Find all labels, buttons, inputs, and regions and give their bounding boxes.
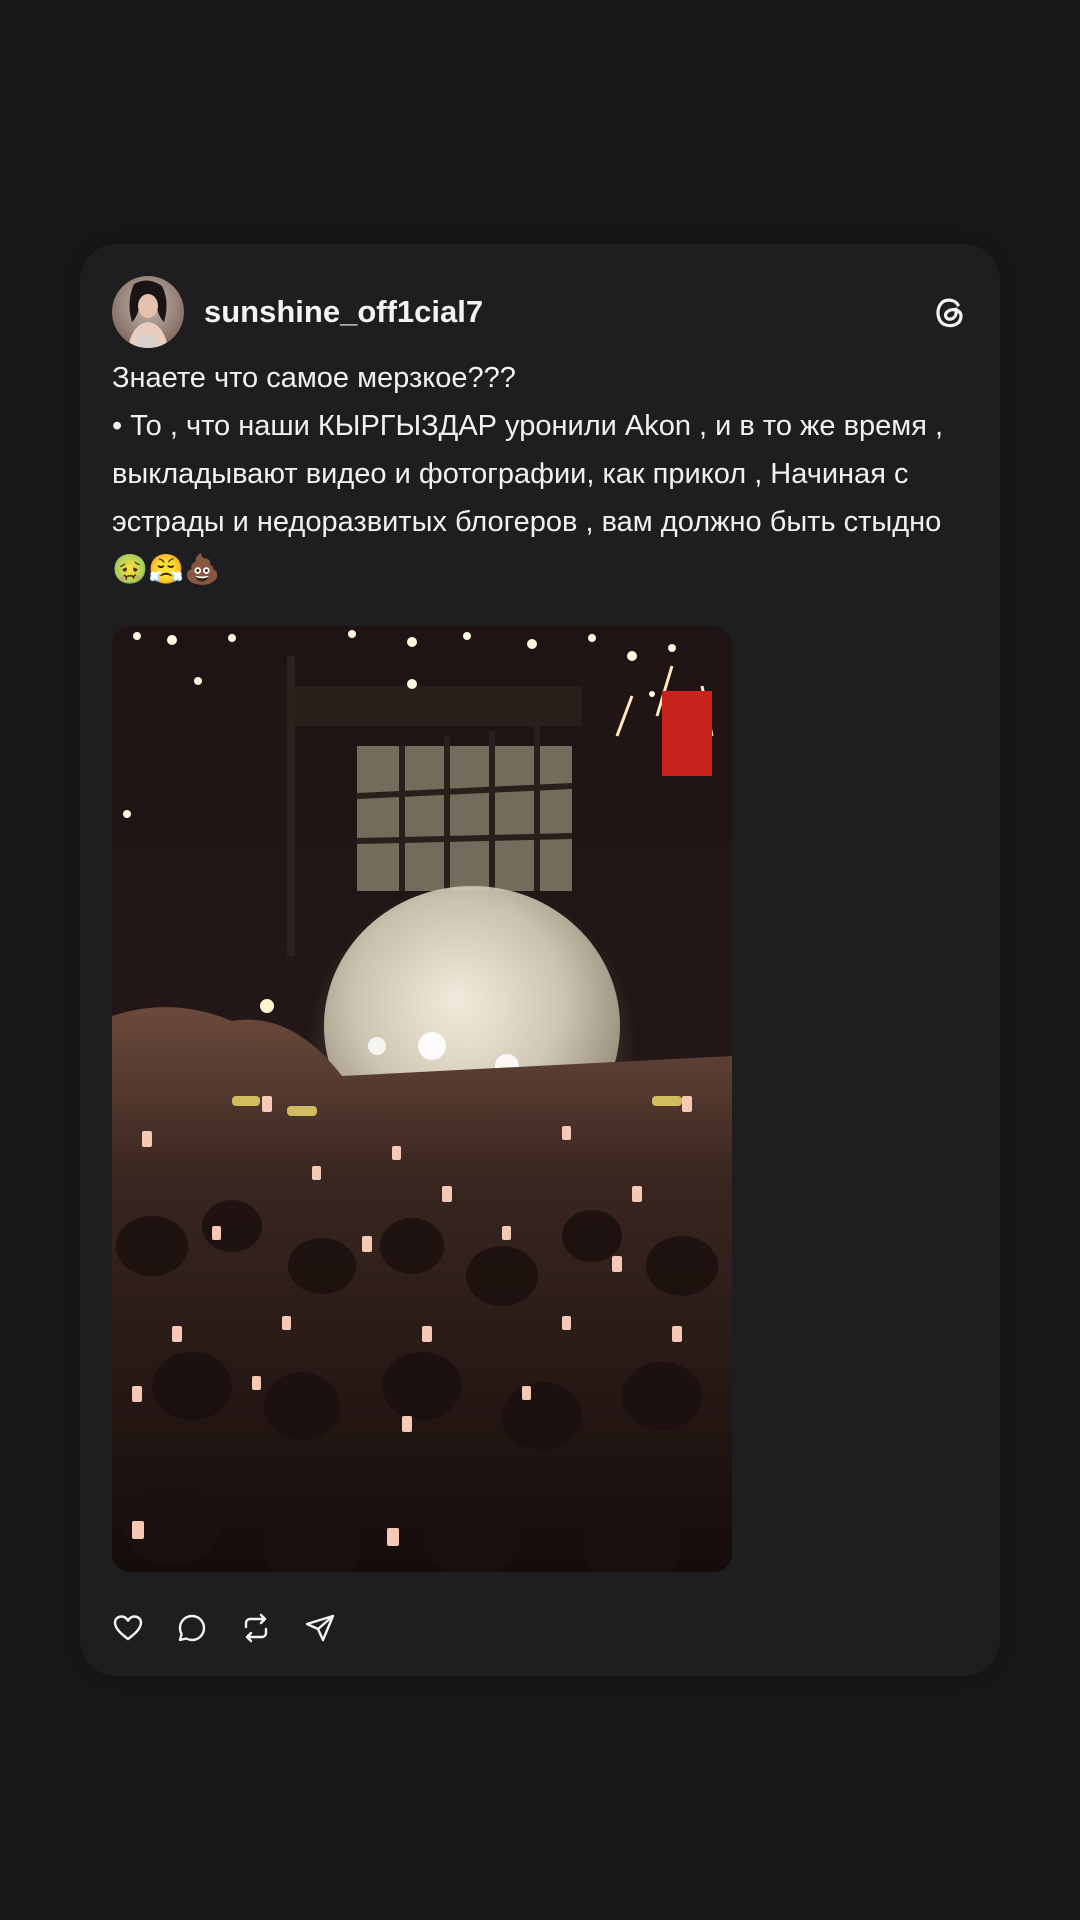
heart-icon[interactable] bbox=[112, 1612, 144, 1644]
avatar[interactable] bbox=[112, 276, 184, 348]
repost-icon[interactable] bbox=[240, 1612, 272, 1644]
comment-icon[interactable] bbox=[176, 1612, 208, 1644]
threads-logo-icon[interactable] bbox=[932, 294, 968, 330]
post-actions bbox=[112, 1612, 336, 1652]
post-video[interactable] bbox=[112, 626, 732, 1572]
post-text: Знаете что самое мерзкое??? • То , что н… bbox=[112, 362, 944, 586]
send-icon[interactable] bbox=[304, 1612, 336, 1644]
concert-image bbox=[112, 626, 732, 1572]
username[interactable]: sunshine_off1cial7 bbox=[204, 292, 483, 332]
post-card: sunshine_off1cial7 Знаете что самое мерз… bbox=[80, 244, 1000, 1676]
avatar-image bbox=[112, 276, 184, 348]
